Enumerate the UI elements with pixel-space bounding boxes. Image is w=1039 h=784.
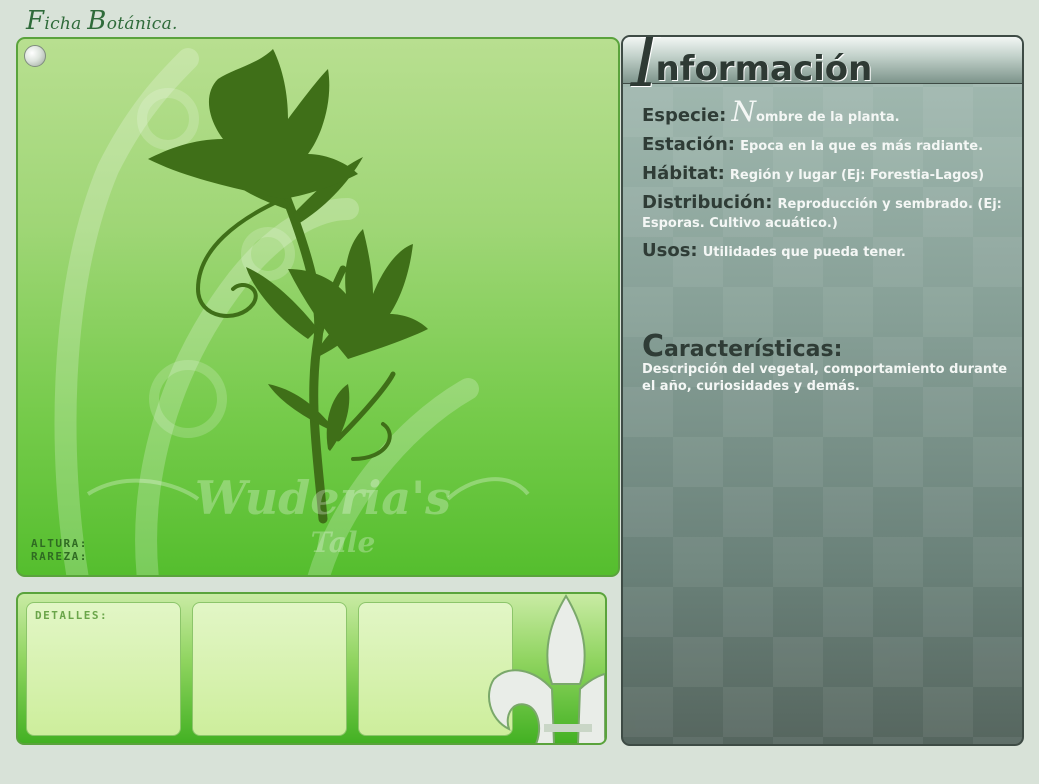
- height-label: ALTURA:: [31, 537, 88, 550]
- field-usos: Usos: Utilidades que pueda tener.: [642, 240, 906, 261]
- field-estacion: Estación: Epoca en la que es más radiant…: [642, 134, 984, 155]
- characteristics-title: Características:: [642, 329, 843, 364]
- watermark-title: Wuderia's: [195, 471, 451, 525]
- pin-icon: [24, 45, 46, 67]
- detail-box-2: [192, 602, 347, 736]
- field-especie: Especie: Nombre de la planta.: [642, 95, 900, 128]
- info-fields: Especie: Nombre de la planta. Estación: …: [642, 95, 1006, 271]
- field-distribucion: Distribución: Reproducción y sembrado. (…: [642, 192, 1002, 232]
- watermark-subtitle: Tale: [311, 526, 376, 559]
- page-title: Ficha Botánica.: [26, 6, 178, 36]
- info-panel: Información Especie: Nombre de la planta…: [621, 35, 1024, 746]
- second-flower: [288, 229, 428, 359]
- plant-illustration: Wuderia's Tale: [54, 48, 530, 575]
- info-header: Información: [623, 37, 1022, 103]
- fleur-de-lis-icon: [488, 594, 605, 743]
- plant-image-panel: Wuderia's Tale ALTURA: RAREZA:: [16, 37, 620, 577]
- rarity-label: RAREZA:: [31, 550, 88, 563]
- info-title: Información: [631, 35, 873, 103]
- details-panel: DETALLES:: [16, 592, 607, 745]
- plant-stats: ALTURA: RAREZA:: [31, 537, 88, 563]
- details-label: DETALLES:: [35, 609, 109, 622]
- characteristics-text: Descripción del vegetal, comportamiento …: [642, 362, 1008, 394]
- field-habitat: Hábitat: Región y lugar (Ej: Forestia-La…: [642, 163, 985, 184]
- detail-box-1: DETALLES:: [26, 602, 181, 736]
